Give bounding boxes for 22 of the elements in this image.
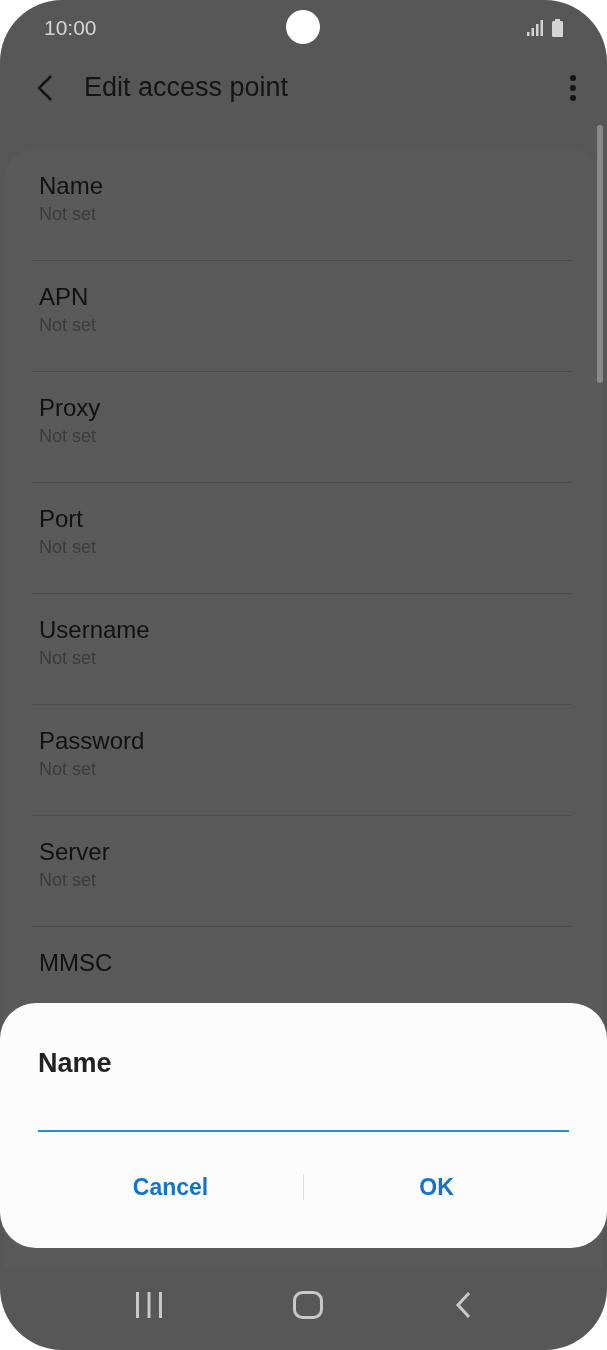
setting-label: Password	[39, 727, 146, 756]
recent-apps-icon[interactable]	[135, 1292, 164, 1318]
back-button[interactable]	[36, 73, 54, 102]
dialog-button[interactable]: Cancel	[38, 1163, 303, 1210]
setting-label: Name	[39, 172, 105, 201]
dialog-button[interactable]: OK	[304, 1163, 569, 1210]
setting-label: MMSC	[39, 949, 114, 978]
status-time: 10:00	[44, 14, 97, 41]
dialog-title: Name	[38, 1047, 113, 1080]
setting-label: Port	[39, 505, 84, 534]
battery-icon	[552, 18, 563, 37]
camera-hole	[286, 10, 320, 44]
back-icon[interactable]	[453, 1291, 472, 1319]
setting-label: Username	[39, 616, 151, 645]
more-options-button[interactable]	[569, 73, 577, 102]
signal-icon	[527, 19, 544, 36]
home-icon[interactable]	[293, 1291, 324, 1319]
screen-title: Edit access point	[84, 71, 290, 105]
setting-label: Proxy	[39, 394, 102, 423]
scrollbar[interactable]	[597, 125, 603, 383]
setting-label: Server	[39, 838, 111, 867]
setting-label: APN	[39, 283, 90, 312]
